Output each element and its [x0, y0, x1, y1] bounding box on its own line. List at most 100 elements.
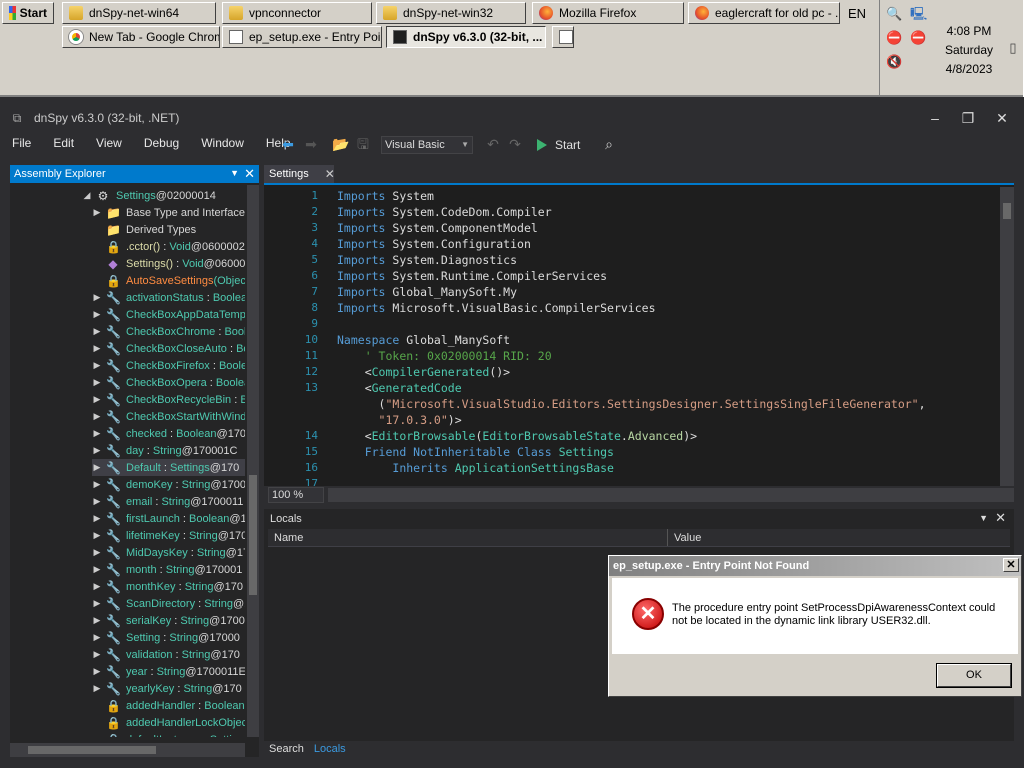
expander-icon[interactable]: ▶ — [92, 207, 102, 218]
search-icon[interactable]: ⌕ — [600, 135, 618, 153]
code-editor[interactable]: 1 Imports System 2 Imports System.CodeDom.C… — [264, 183, 1014, 486]
close-icon[interactable]: ✕ — [244, 166, 255, 182]
column-value[interactable]: Value — [668, 529, 701, 546]
editor-horizontal-scrollbar[interactable] — [328, 488, 1014, 502]
taskbar-button[interactable]: dnSpy-net-win64 — [62, 2, 216, 24]
tree-node[interactable]: ▶ 🔧 CheckBoxAppDataTemp — [92, 306, 245, 323]
taskbar-button[interactable]: dnSpy v6.3.0 (32-bit, ... — [386, 26, 546, 48]
taskbar-button[interactable]: eaglercraft for old pc - ... — [688, 2, 840, 24]
tree-node[interactable]: ▶ 🔧 year : String @1700011E — [92, 663, 245, 680]
taskbar-button[interactable]: Mozilla Firefox — [532, 2, 684, 24]
taskbar-button-extra[interactable] — [552, 26, 574, 48]
tree-node[interactable]: ▶🔧ScanDirectory : String @170 — [92, 595, 245, 612]
dialog-titlebar[interactable]: ep_setup.exe - Entry Point Not Found ✕ — [609, 556, 1021, 576]
tree-node[interactable]: ▶ 🔧 CheckBoxFirefox : Boole — [92, 357, 245, 374]
tree-node[interactable]: 🔒 addedHandlerLockObject — [92, 714, 245, 731]
back-icon[interactable]: ⬅ — [279, 135, 297, 153]
tree-node[interactable]: ▶ 🔧 validation : String @170 — [92, 646, 245, 663]
expander-icon[interactable]: ▶ — [92, 411, 102, 422]
maximize-button[interactable]: ❐ — [958, 108, 978, 128]
tree-node[interactable]: ▶ 🔧 month : String @170001 — [92, 561, 245, 578]
expander-icon[interactable]: ▶ — [92, 496, 102, 507]
expander-icon[interactable]: ▶ — [92, 649, 102, 660]
speaker-muted-icon[interactable]: 🔇 — [886, 54, 902, 70]
expander-icon[interactable]: ▶ — [92, 564, 102, 575]
window-titlebar[interactable]: ⧉ dnSpy v6.3.0 (32-bit, .NET) — [0, 106, 1024, 130]
forward-icon[interactable]: ➡ — [302, 135, 320, 153]
expander-icon[interactable]: ▶ — [92, 309, 102, 320]
undo-icon[interactable]: ↶ — [484, 135, 502, 153]
search-icon[interactable]: 🔍 — [886, 6, 902, 22]
expander-icon[interactable]: ▶ — [92, 547, 102, 558]
tree-node[interactable]: ◢ ⚙ Settings @02000014 — [82, 187, 245, 204]
open-folder-icon[interactable]: 📂 — [332, 135, 350, 153]
expander-icon[interactable]: ▶ — [92, 292, 102, 303]
ok-button[interactable]: OK — [937, 664, 1011, 687]
scrollbar-thumb[interactable] — [1003, 203, 1011, 219]
tree-node[interactable]: ▶ 🔧 email : String @1700011 — [92, 493, 245, 510]
scrollbar-thumb[interactable] — [249, 475, 257, 595]
column-name[interactable]: Name — [268, 529, 668, 546]
tree-node[interactable]: ▶ 🔧 lifetimeKey : String @170 — [92, 527, 245, 544]
expander-icon[interactable]: ▶ — [92, 598, 102, 609]
tree-node[interactable]: ▶🔧MidDaysKey : String @17 — [92, 544, 245, 561]
tab-settings[interactable]: Settings ✕ — [264, 165, 335, 183]
close-icon[interactable]: ✕ — [325, 167, 335, 181]
menu-debug[interactable]: Debug — [144, 136, 179, 150]
expander-icon[interactable]: ▶ — [92, 394, 102, 405]
tree-node[interactable]: ◆ Settings() : Void @06000 — [92, 255, 245, 272]
minimize-button[interactable]: – — [925, 108, 945, 128]
taskbar-button[interactable]: vpnconnector — [222, 2, 372, 24]
tree-node[interactable]: ▶ 🔧 CheckBoxStartWithWind — [92, 408, 245, 425]
tree-node[interactable]: ▶🔧CheckBoxOpera : Boolea — [92, 374, 245, 391]
expander-icon[interactable]: ▶ — [92, 632, 102, 643]
assembly-tree[interactable]: ◢ ⚙ Settings @02000014 ▶ 📁 Base Type and Inte… — [10, 185, 245, 737]
menu-window[interactable]: Window — [201, 136, 244, 150]
menu-view[interactable]: View — [96, 136, 122, 150]
tree-node[interactable]: ▶🔧CheckBoxCloseAuto : Bo — [92, 340, 245, 357]
expander-icon[interactable]: ▶ — [92, 479, 102, 490]
close-button[interactable]: ✕ — [992, 108, 1012, 128]
tree-node[interactable]: ▶ 🔧 firstLaunch : Boolean @1 — [92, 510, 245, 527]
expander-icon[interactable]: ▶ — [92, 683, 102, 694]
tree-node[interactable]: 🔒 .cctor() : Void @0600002 — [92, 238, 245, 255]
chevron-down-icon[interactable]: ▼ — [979, 513, 988, 523]
tab-locals[interactable]: Locals — [309, 743, 351, 755]
save-icon[interactable]: 🖫 — [354, 135, 372, 153]
tree-node[interactable]: ▶ 🔧 checked : Boolean @170 — [92, 425, 245, 442]
expander-icon[interactable]: ▶ — [92, 343, 102, 354]
tree-node[interactable]: ▶ 🔧 activationStatus : Boolea — [92, 289, 245, 306]
tab-search[interactable]: Search — [264, 743, 309, 755]
tree-node[interactable]: ▶ 🔧 serialKey : String @1700 — [92, 612, 245, 629]
expander-icon[interactable]: ▶ — [92, 530, 102, 541]
expander-icon[interactable]: ▶ — [92, 377, 102, 388]
tree-node[interactable]: ▶ 🔧 Default : Settings @170 — [92, 459, 245, 476]
clock[interactable]: 4:08 PM Saturday 4/8/2023 — [940, 22, 998, 79]
expander-icon[interactable]: ▶ — [92, 581, 102, 592]
start-button[interactable]: Start — [2, 2, 54, 24]
start-debugging-button[interactable]: Start — [537, 136, 580, 154]
tree-node[interactable]: ▶ 🔧 yearlyKey : String @170 — [92, 680, 245, 697]
expander-icon[interactable]: ▶ — [92, 462, 102, 473]
tree-node[interactable]: 🔒 addedHandler : Boolean — [92, 697, 245, 714]
language-select[interactable]: Visual Basic ▼ — [381, 136, 473, 154]
menu-file[interactable]: File — [12, 136, 31, 150]
tree-horizontal-scrollbar[interactable] — [10, 743, 245, 757]
close-icon[interactable]: ✕ — [995, 510, 1006, 526]
redo-icon[interactable]: ↷ — [506, 135, 524, 153]
chevron-down-icon[interactable]: ▼ — [230, 168, 239, 178]
show-desktop-icon[interactable]: ▯ — [1005, 40, 1021, 56]
expander-icon[interactable]: ▶ — [92, 615, 102, 626]
tree-node[interactable]: ▶ 🔧 demoKey : String @1700 — [92, 476, 245, 493]
dialog-close-button[interactable]: ✕ — [1003, 558, 1019, 572]
expander-icon[interactable]: ▶ — [92, 326, 102, 337]
taskbar-button[interactable]: New Tab - Google Chrome — [62, 26, 220, 48]
expander-icon[interactable]: ▶ — [92, 445, 102, 456]
tree-node[interactable]: ▶🔧CheckBoxRecycleBin : Bo — [92, 391, 245, 408]
language-indicator[interactable]: EN — [848, 6, 866, 21]
tree-node[interactable]: ▶ 🔧 Setting : String @17000 — [92, 629, 245, 646]
tree-node[interactable]: 🔒 AutoSaveSettings (Objec — [92, 272, 245, 289]
expander-icon[interactable]: ◢ — [82, 190, 92, 201]
expander-icon[interactable]: ▶ — [92, 513, 102, 524]
tree-node[interactable]: 📁 Derived Types — [92, 221, 245, 238]
